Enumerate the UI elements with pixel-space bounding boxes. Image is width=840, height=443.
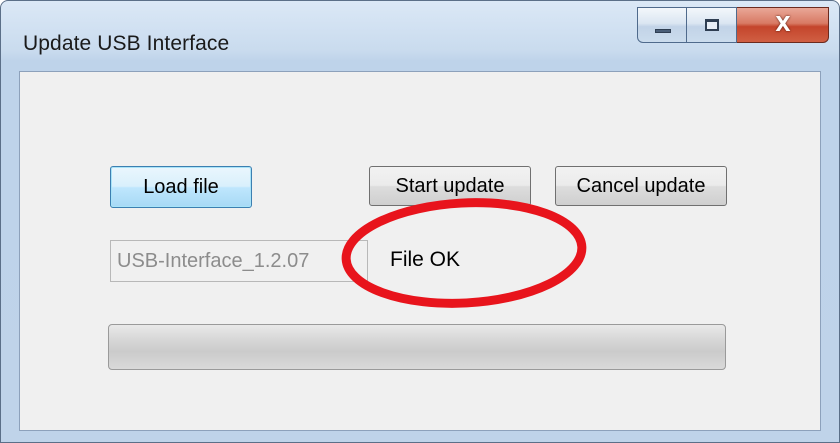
red-highlight-ring bbox=[341, 198, 587, 308]
start-update-button[interactable]: Start update bbox=[369, 166, 531, 206]
close-button[interactable]: X bbox=[737, 7, 829, 43]
file-status-label: File OK bbox=[390, 248, 461, 271]
minimize-icon bbox=[655, 29, 671, 33]
maximize-button[interactable] bbox=[687, 7, 737, 43]
load-file-button[interactable]: Load file bbox=[110, 166, 252, 208]
update-progress-bar bbox=[108, 324, 726, 370]
caption-buttons: X bbox=[637, 7, 829, 45]
update-usb-interface-window: Update USB Interface X Load file Start u… bbox=[0, 0, 840, 443]
maximize-icon bbox=[705, 19, 719, 31]
title-bar[interactable]: Update USB Interface X bbox=[1, 1, 839, 71]
file-name-field[interactable]: USB-Interface_1.2.07 bbox=[110, 240, 368, 282]
close-icon: X bbox=[775, 12, 791, 36]
cancel-update-button[interactable]: Cancel update bbox=[555, 166, 727, 206]
minimize-button[interactable] bbox=[637, 7, 687, 43]
window-title: Update USB Interface bbox=[23, 32, 230, 55]
dialog-client-area: Load file Start update Cancel update USB… bbox=[19, 71, 821, 431]
